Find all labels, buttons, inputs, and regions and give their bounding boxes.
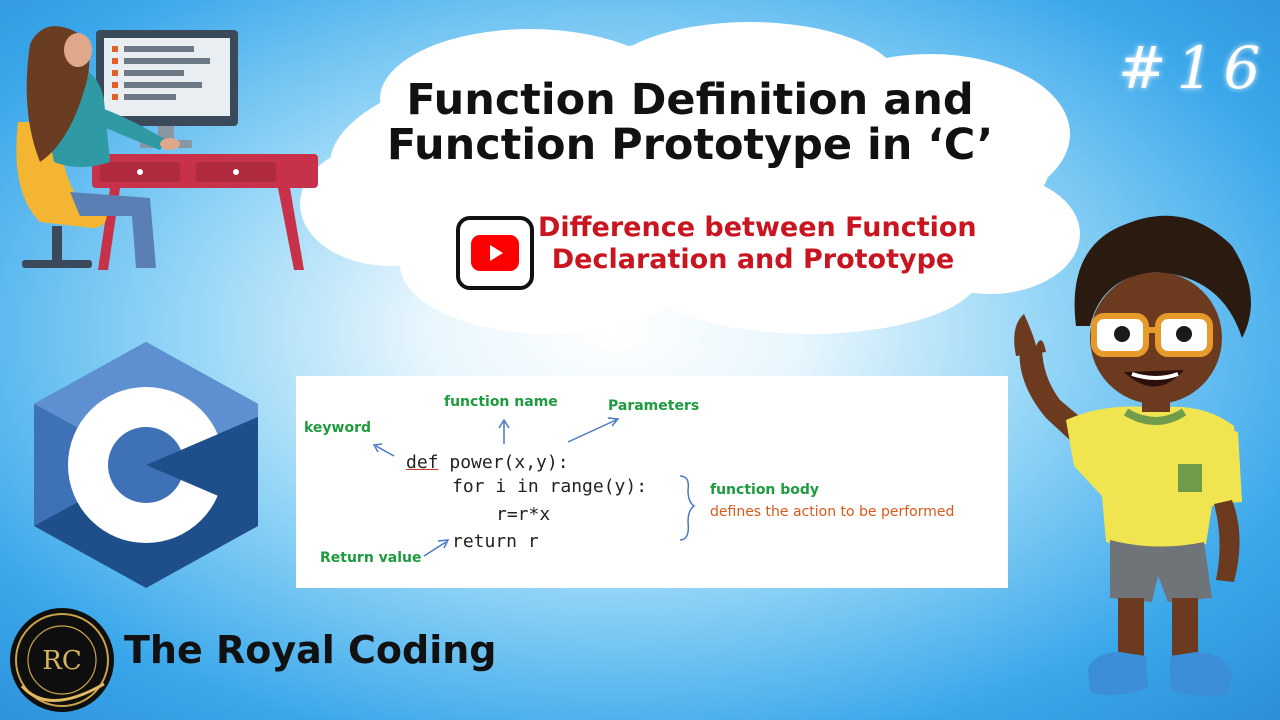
def-keyword: def — [406, 452, 439, 473]
youtube-play-icon[interactable] — [456, 216, 534, 290]
function-body-description: defines the action to be performed — [710, 504, 955, 520]
def-signature: power(x,y): — [438, 452, 569, 473]
logo-initials: RC — [42, 646, 81, 676]
youtube-logo-icon — [471, 235, 519, 271]
channel-name: The Royal Coding — [124, 628, 497, 672]
royal-coding-logo-icon: RC — [10, 608, 114, 712]
code-line-return: return r — [452, 531, 539, 552]
function-body-annotation: function body — [710, 482, 820, 498]
video-title-line-2: Function Prototype in ‘C’ — [386, 120, 994, 171]
code-line-def: def power(x,y): — [406, 452, 569, 473]
code-line-assign: r=r*x — [496, 504, 551, 525]
function-name-annotation: function name — [444, 394, 558, 410]
related-video-line-1: Difference between Function — [538, 212, 977, 243]
video-title-line-1: Function Definition and — [406, 75, 974, 125]
thumbnail-canvas: #16 Function Definition and Function Pro… — [0, 0, 1280, 720]
code-line-for: for i in range(y): — [452, 476, 648, 497]
keyword-annotation: keyword — [304, 420, 372, 436]
function-anatomy-diagram: keyword function name Parameters functio… — [296, 376, 1008, 588]
waving-boy-illustration — [1014, 215, 1251, 697]
c-language-logo-icon — [34, 342, 258, 588]
related-video-line-2: Declaration and Prototype — [551, 243, 955, 275]
return-value-annotation: Return value — [320, 550, 422, 566]
related-video-link[interactable]: Difference between Function Declaration … — [538, 212, 977, 276]
video-title: Function Definition and Function Prototy… — [340, 75, 1040, 171]
parameters-annotation: Parameters — [608, 398, 700, 414]
woman-at-computer-illustration — [16, 26, 318, 270]
cloud-shape — [300, 22, 1080, 334]
episode-number: #16 — [1118, 34, 1271, 102]
